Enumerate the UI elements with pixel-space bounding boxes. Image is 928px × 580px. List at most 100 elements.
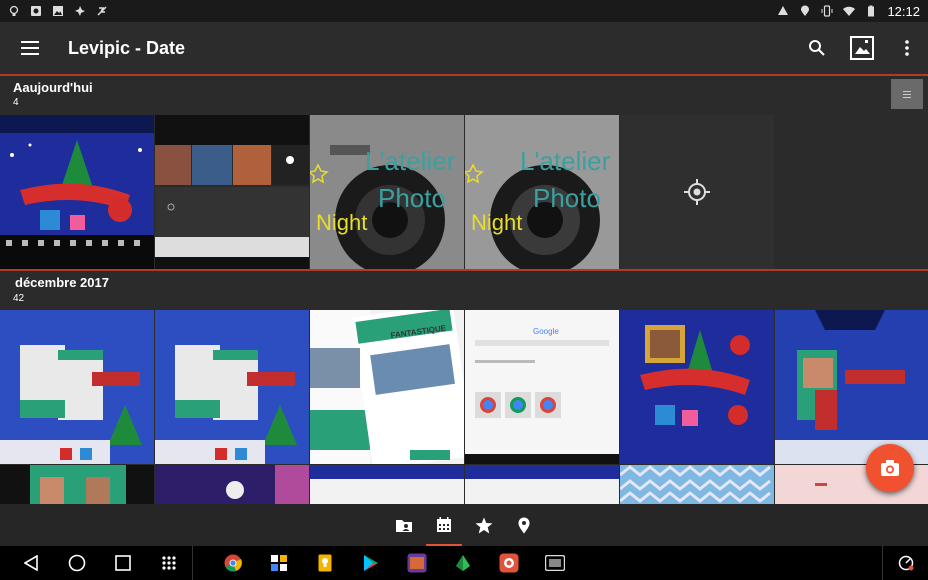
image-frame-icon [850, 36, 874, 60]
home-circle-icon [68, 554, 86, 572]
camera-icon [881, 460, 899, 476]
app-shortcut-red[interactable] [486, 546, 532, 580]
photo-thumbnail[interactable] [620, 310, 774, 464]
photo-thumbnail[interactable] [310, 465, 464, 504]
quiz-app-screenshot: FANTASTIQUE [310, 310, 464, 464]
recents-button[interactable] [100, 546, 146, 580]
zigzag-pattern-image [620, 465, 774, 504]
back-button[interactable] [8, 546, 54, 580]
photo-thumbnail[interactable] [155, 115, 309, 269]
tile-text: Night [471, 210, 522, 235]
camera-lens-image-bw: L'atelier Photo Night [465, 115, 619, 269]
more-options-button[interactable] [886, 22, 928, 74]
camera-fab-button[interactable] [866, 444, 914, 492]
tile-text: Photo [533, 183, 601, 213]
star-icon [475, 517, 493, 533]
christmas-photo-frame-image [620, 310, 774, 464]
home-button[interactable] [54, 546, 100, 580]
place-pin-icon [518, 517, 530, 533]
section-title: décembre 2017 [15, 275, 109, 290]
app-drawer-button[interactable] [146, 546, 192, 580]
status-bar: 12:12 [0, 0, 928, 22]
screenshot-image [310, 465, 464, 504]
app-shortcut-leaf[interactable] [440, 546, 486, 580]
location-placeholder-tile[interactable] [620, 115, 774, 269]
empty-tile [775, 115, 928, 269]
screen: 12:12 Levipic - Date Aaujourd'hui 4 L'at… [0, 0, 928, 580]
screenshot-image [465, 465, 619, 504]
keep-shortcut[interactable] [302, 546, 348, 580]
photo-thumbnail[interactable] [0, 465, 154, 504]
photo-thumbnail[interactable]: FANTASTIQUE [310, 310, 464, 464]
photo-thumbnail[interactable]: L'atelier Photo Night [465, 115, 619, 269]
photo-thumbnail[interactable] [0, 115, 154, 269]
hamburger-icon [21, 41, 39, 55]
photo-thumbnail[interactable] [775, 310, 928, 464]
nav-places[interactable] [504, 504, 544, 546]
photo-thumbnail[interactable] [465, 465, 619, 504]
photo-thumbnail[interactable] [620, 465, 774, 504]
christmas-promo-image [30, 465, 126, 504]
section-title: Aaujourd'hui [13, 80, 93, 95]
folder-person-icon [396, 519, 412, 532]
red-app-icon [499, 553, 519, 573]
section-count: 42 [13, 293, 25, 304]
pinwheel-icon [75, 6, 85, 16]
fast-scroll-handle[interactable] [891, 79, 923, 109]
lightbulb-icon [9, 5, 19, 16]
photo-thumbnail[interactable] [0, 310, 154, 464]
heart-night-image [155, 465, 309, 504]
photo-thumbnail[interactable]: Google [465, 310, 619, 464]
bottom-navigation [0, 504, 928, 546]
gallery-notif-icon [31, 6, 41, 16]
wifi-icon [843, 6, 856, 16]
leaf-app-icon [456, 555, 470, 571]
game-shortcut[interactable] [394, 546, 440, 580]
vibrate-icon [821, 5, 833, 17]
menu-button[interactable] [0, 22, 60, 74]
app-title: Levipic - Date [68, 37, 186, 58]
recents-square-icon [115, 555, 131, 571]
nav-date[interactable] [424, 504, 464, 546]
location-icon [801, 5, 810, 16]
system-navigation-bar [0, 546, 928, 580]
play-store-shortcut[interactable] [348, 546, 394, 580]
section-count: 4 [13, 97, 19, 108]
screenshot-app-shortcut[interactable] [532, 546, 578, 580]
nfc-icon [778, 6, 789, 15]
tile-text: L'atelier [365, 146, 456, 176]
screenshot-image [155, 115, 309, 269]
game-app-icon [407, 553, 427, 573]
tiles-app-icon [271, 555, 287, 571]
search-button[interactable] [796, 22, 838, 74]
image-picker-button[interactable] [838, 22, 886, 74]
tile-text: Google [533, 327, 559, 336]
tile-text: L'atelier [520, 146, 611, 176]
chrome-shortcut[interactable] [210, 546, 256, 580]
clock: 12:12 [887, 3, 920, 19]
play-store-icon [364, 555, 378, 571]
google-search-screenshot: Google [465, 310, 619, 464]
photo-thumbnail[interactable]: L'atelier Photo Night [310, 115, 464, 269]
image-notif-icon [53, 6, 63, 16]
calendar-icon [437, 517, 451, 532]
nav-favorites[interactable] [464, 504, 504, 546]
speedometer-button[interactable] [882, 546, 928, 580]
screen-app-icon [545, 555, 565, 571]
photo-thumbnail[interactable] [155, 310, 309, 464]
bolt-notif-icon [97, 6, 107, 16]
photo-thumbnail[interactable] [155, 465, 309, 504]
nav-folders[interactable] [384, 504, 424, 546]
camera-lens-image: L'atelier Photo Night [310, 115, 464, 269]
christmas-quiz-image [0, 310, 154, 464]
chrome-icon [224, 554, 242, 572]
tile-text: Night [316, 210, 367, 235]
back-triangle-icon [24, 555, 38, 571]
tile-text: Photo [378, 183, 446, 213]
gps-target-icon [684, 179, 710, 205]
lines-icon [903, 91, 911, 98]
keep-icon [318, 554, 332, 572]
app-shortcut[interactable] [256, 546, 302, 580]
section-header-today: Aaujourd'hui 4 [0, 76, 928, 115]
search-icon [809, 40, 825, 56]
